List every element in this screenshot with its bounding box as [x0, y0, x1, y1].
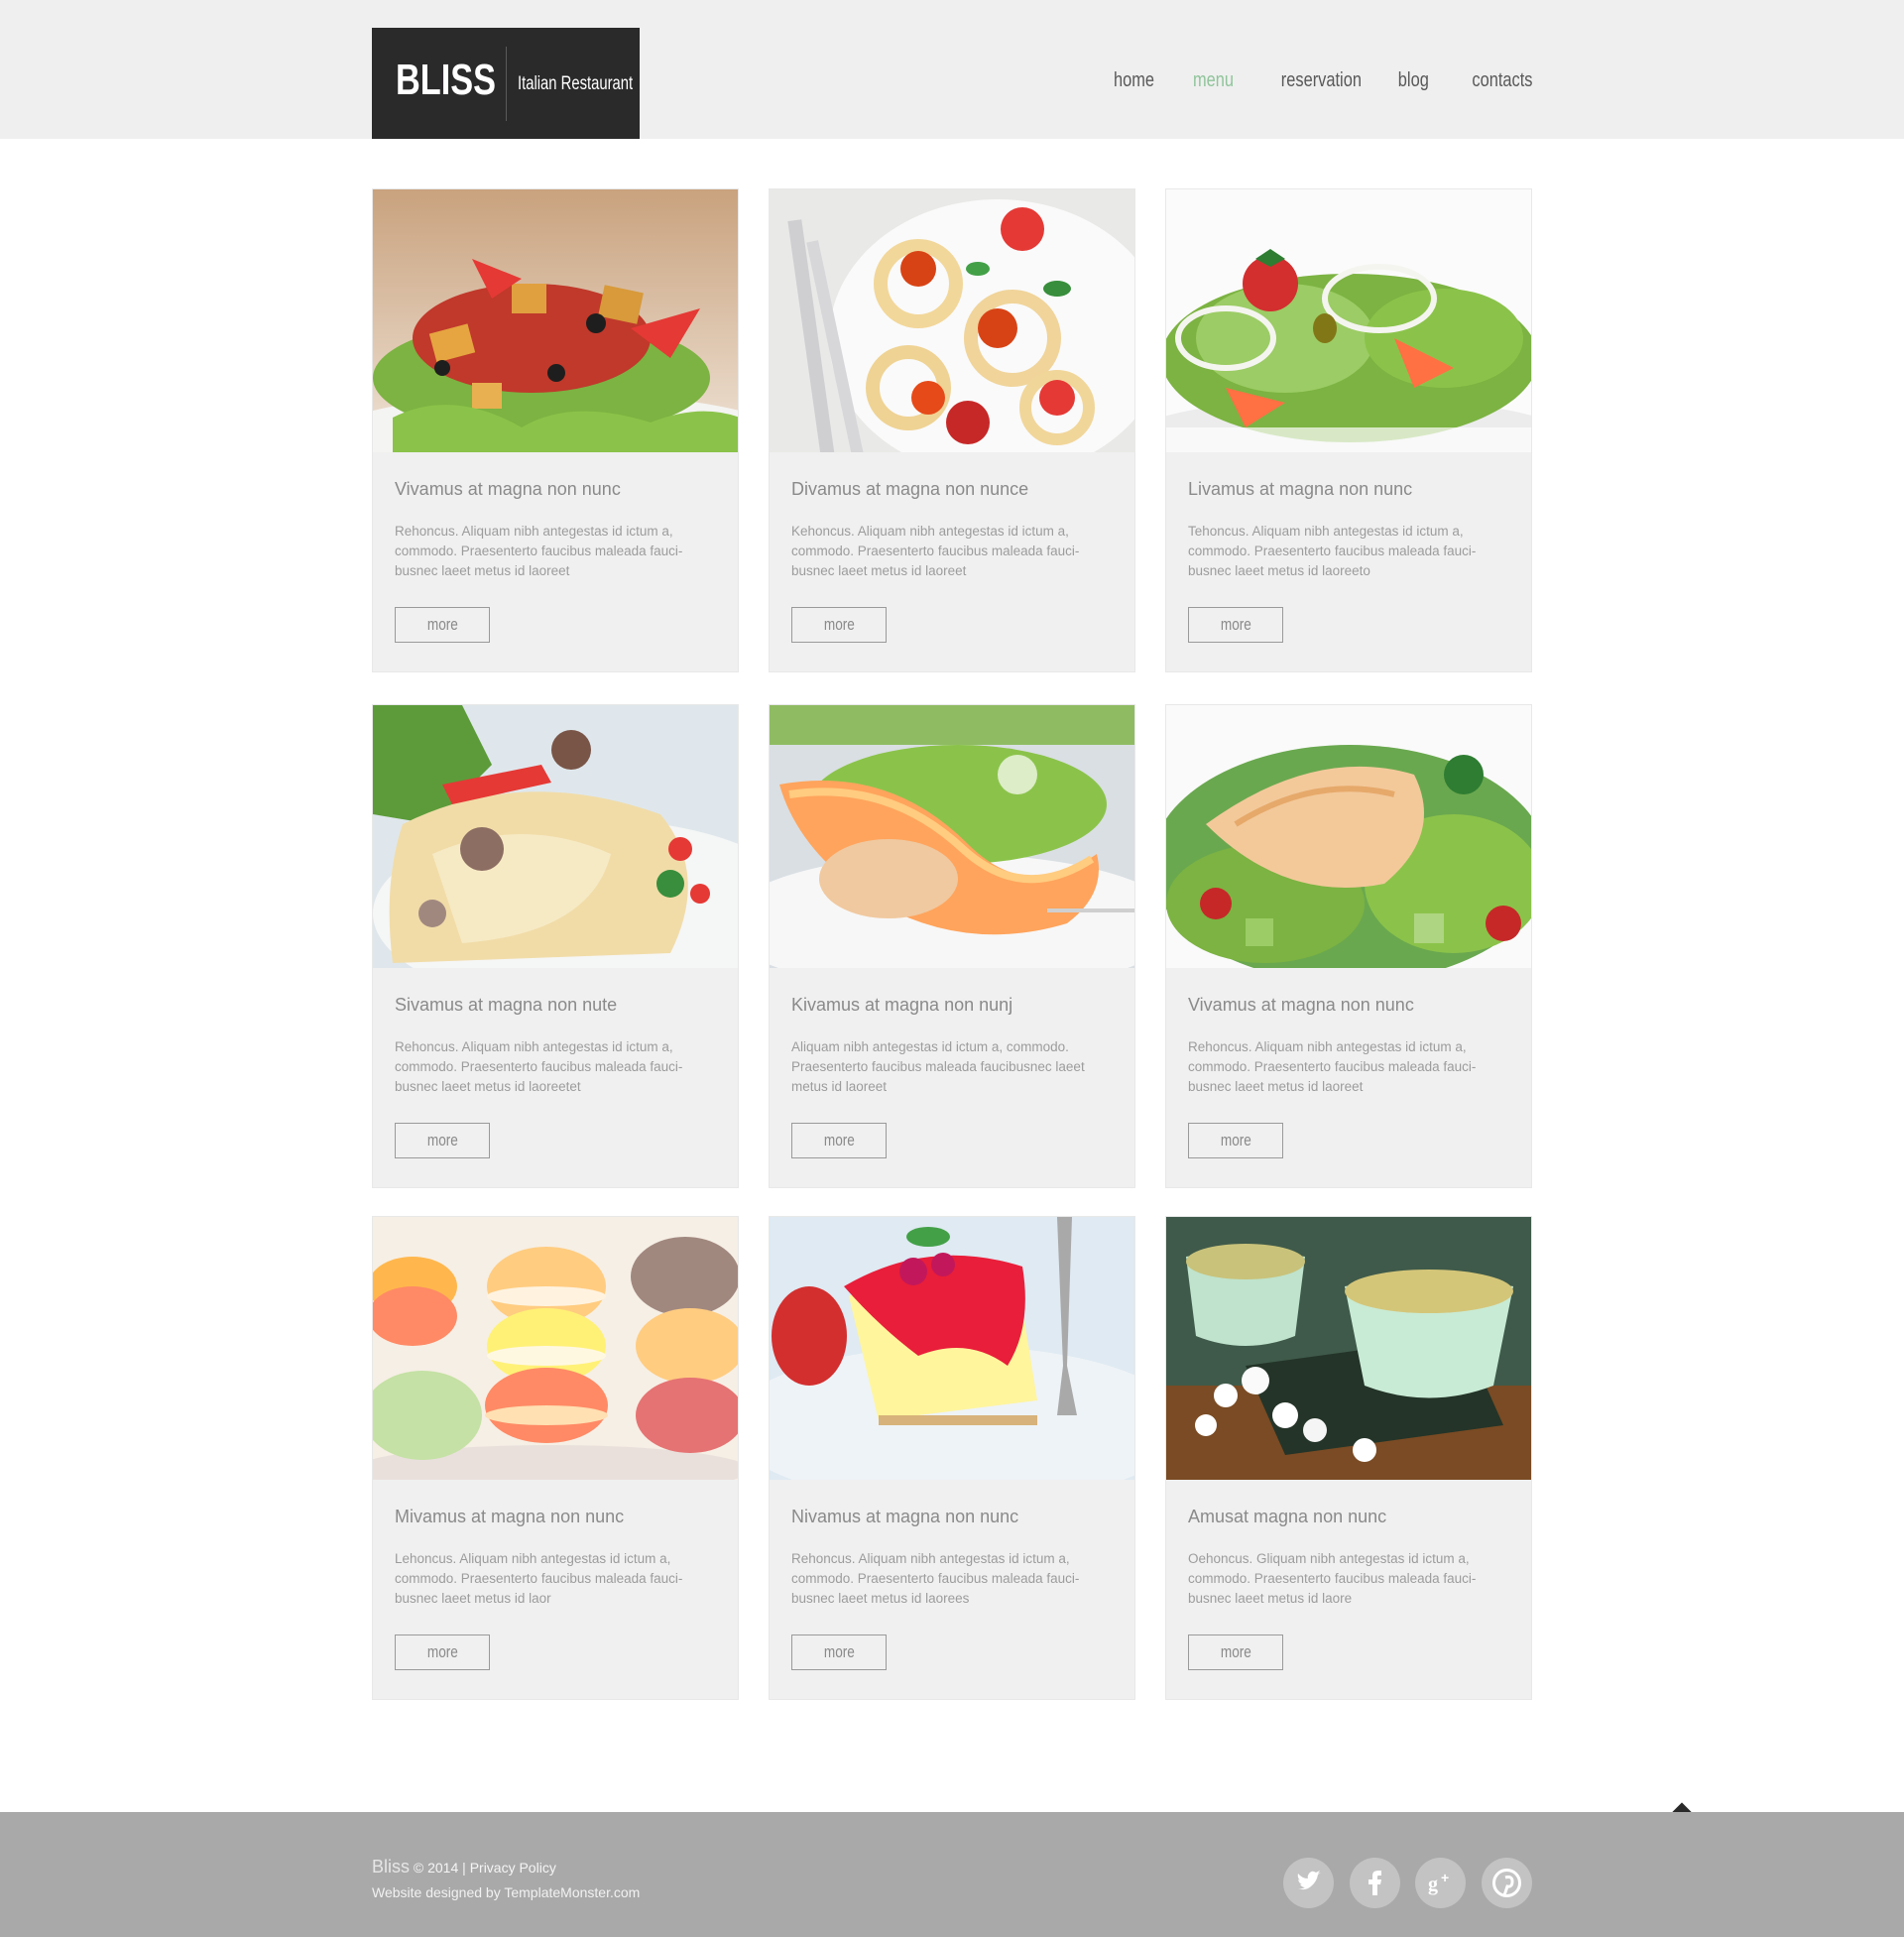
dish-title: Divamus at magna non nunce [791, 479, 1029, 499]
dish-image-melon-salad[interactable] [770, 705, 1134, 968]
dish-title: Amusat magna non nunc [1188, 1507, 1387, 1526]
dish-description: Kehoncus. Aliquam nibh antegestas id ict… [791, 524, 1080, 578]
menu-card: Livamus at magna non nunc Tehoncus. Aliq… [1165, 188, 1532, 672]
dish-image-pasta-tomatoes[interactable] [770, 189, 1134, 452]
more-button[interactable]: more [395, 1123, 490, 1158]
twitter-icon[interactable] [1283, 1858, 1334, 1908]
dish-description: Rehoncus. Aliquam nibh antegestas id ict… [395, 1039, 683, 1094]
dish-image-green-salad[interactable] [1166, 189, 1531, 452]
dish-description: Rehoncus. Aliquam nibh antegestas id ict… [395, 524, 683, 578]
facebook-icon[interactable] [1350, 1858, 1400, 1908]
nav-item-contacts[interactable]: contacts [1472, 69, 1532, 99]
footer-brand: Bliss [372, 1857, 411, 1876]
more-button[interactable]: more [1188, 607, 1283, 643]
dish-image-chicken-salad[interactable] [1166, 705, 1531, 968]
site-logo[interactable]: BLISS Italian Restaurant [372, 28, 640, 139]
menu-card: Amusat magna non nunc Oehoncus. Gliquam … [1165, 1216, 1532, 1700]
menu-card: Sivamus at magna non nute Rehoncus. Aliq… [372, 704, 739, 1188]
more-button[interactable]: more [1188, 1123, 1283, 1158]
dish-title: Vivamus at magna non nunc [1188, 995, 1414, 1015]
more-button[interactable]: more [791, 1123, 887, 1158]
svg-text:+: + [1441, 1870, 1449, 1885]
dish-image-salad-croutons[interactable] [373, 189, 738, 452]
privacy-policy-link[interactable]: Privacy Policy [470, 1860, 556, 1876]
logo-name: BLISS [396, 56, 497, 104]
dish-image-tea-cups[interactable] [1166, 1217, 1531, 1480]
dish-image-cheesecake[interactable] [770, 1217, 1134, 1480]
dish-title: Mivamus at magna non nunc [395, 1507, 625, 1526]
nav-item-home[interactable]: home [1114, 69, 1154, 99]
dish-description: Lehoncus. Aliquam nibh antegestas id ict… [395, 1551, 683, 1606]
logo-subtitle: Italian Restaurant [518, 73, 634, 94]
footer-credit: Website designed by TemplateMonster.com [372, 1884, 641, 1900]
nav-item-blog[interactable]: blog [1398, 69, 1429, 99]
svg-text:g: g [1428, 1874, 1438, 1895]
menu-card: Kivamus at magna non nunj Aliquam nibh a… [769, 704, 1135, 1188]
nav-item-menu[interactable]: menu [1193, 69, 1234, 99]
copyright-text: © 2014 | [413, 1860, 466, 1876]
google-plus-icon[interactable]: g + [1415, 1858, 1466, 1908]
more-button[interactable]: more [1188, 1634, 1283, 1670]
more-button[interactable]: more [791, 1634, 887, 1670]
nav-item-reservation[interactable]: reservation [1281, 69, 1362, 99]
more-button[interactable]: more [395, 607, 490, 643]
main-nav: home menu reservation blog contacts [1075, 69, 1532, 99]
dish-image-macarons[interactable] [373, 1217, 738, 1480]
more-button[interactable]: more [395, 1634, 490, 1670]
more-button[interactable]: more [791, 607, 887, 643]
dish-description: Rehoncus. Aliquam nibh antegestas id ict… [1188, 1039, 1477, 1094]
footer-copyright: Bliss © 2014 | Privacy Policy [372, 1857, 556, 1877]
dish-title: Nivamus at magna non nunc [791, 1507, 1019, 1526]
menu-card: Mivamus at magna non nunc Lehoncus. Aliq… [372, 1216, 739, 1700]
menu-card: Divamus at magna non nunce Kehoncus. Ali… [769, 188, 1135, 672]
menu-card: Vivamus at magna non nunc Rehoncus. Aliq… [372, 188, 739, 672]
dish-title: Livamus at magna non nunc [1188, 479, 1413, 499]
dish-description: Aliquam nibh antegestas id ictum a, comm… [791, 1039, 1085, 1094]
dish-description: Oehoncus. Gliquam nibh antegestas id ict… [1188, 1551, 1477, 1606]
dish-title: Vivamus at magna non nunc [395, 479, 621, 499]
site-footer: Bliss © 2014 | Privacy Policy Website de… [0, 1812, 1904, 1937]
site-header: BLISS Italian Restaurant home menu reser… [0, 0, 1904, 139]
dish-title: Sivamus at magna non nute [395, 995, 618, 1015]
menu-card: Nivamus at magna non nunc Rehoncus. Aliq… [769, 1216, 1135, 1700]
dish-image-crepes[interactable] [373, 705, 738, 968]
pinterest-icon[interactable] [1482, 1858, 1532, 1908]
dish-description: Rehoncus. Aliquam nibh antegestas id ict… [791, 1551, 1080, 1606]
logo-divider [506, 47, 507, 121]
menu-card: Vivamus at magna non nunc Rehoncus. Aliq… [1165, 704, 1532, 1188]
dish-description: Tehoncus. Aliquam nibh antegestas id ict… [1188, 524, 1477, 578]
dish-title: Kivamus at magna non nunj [791, 995, 1013, 1015]
